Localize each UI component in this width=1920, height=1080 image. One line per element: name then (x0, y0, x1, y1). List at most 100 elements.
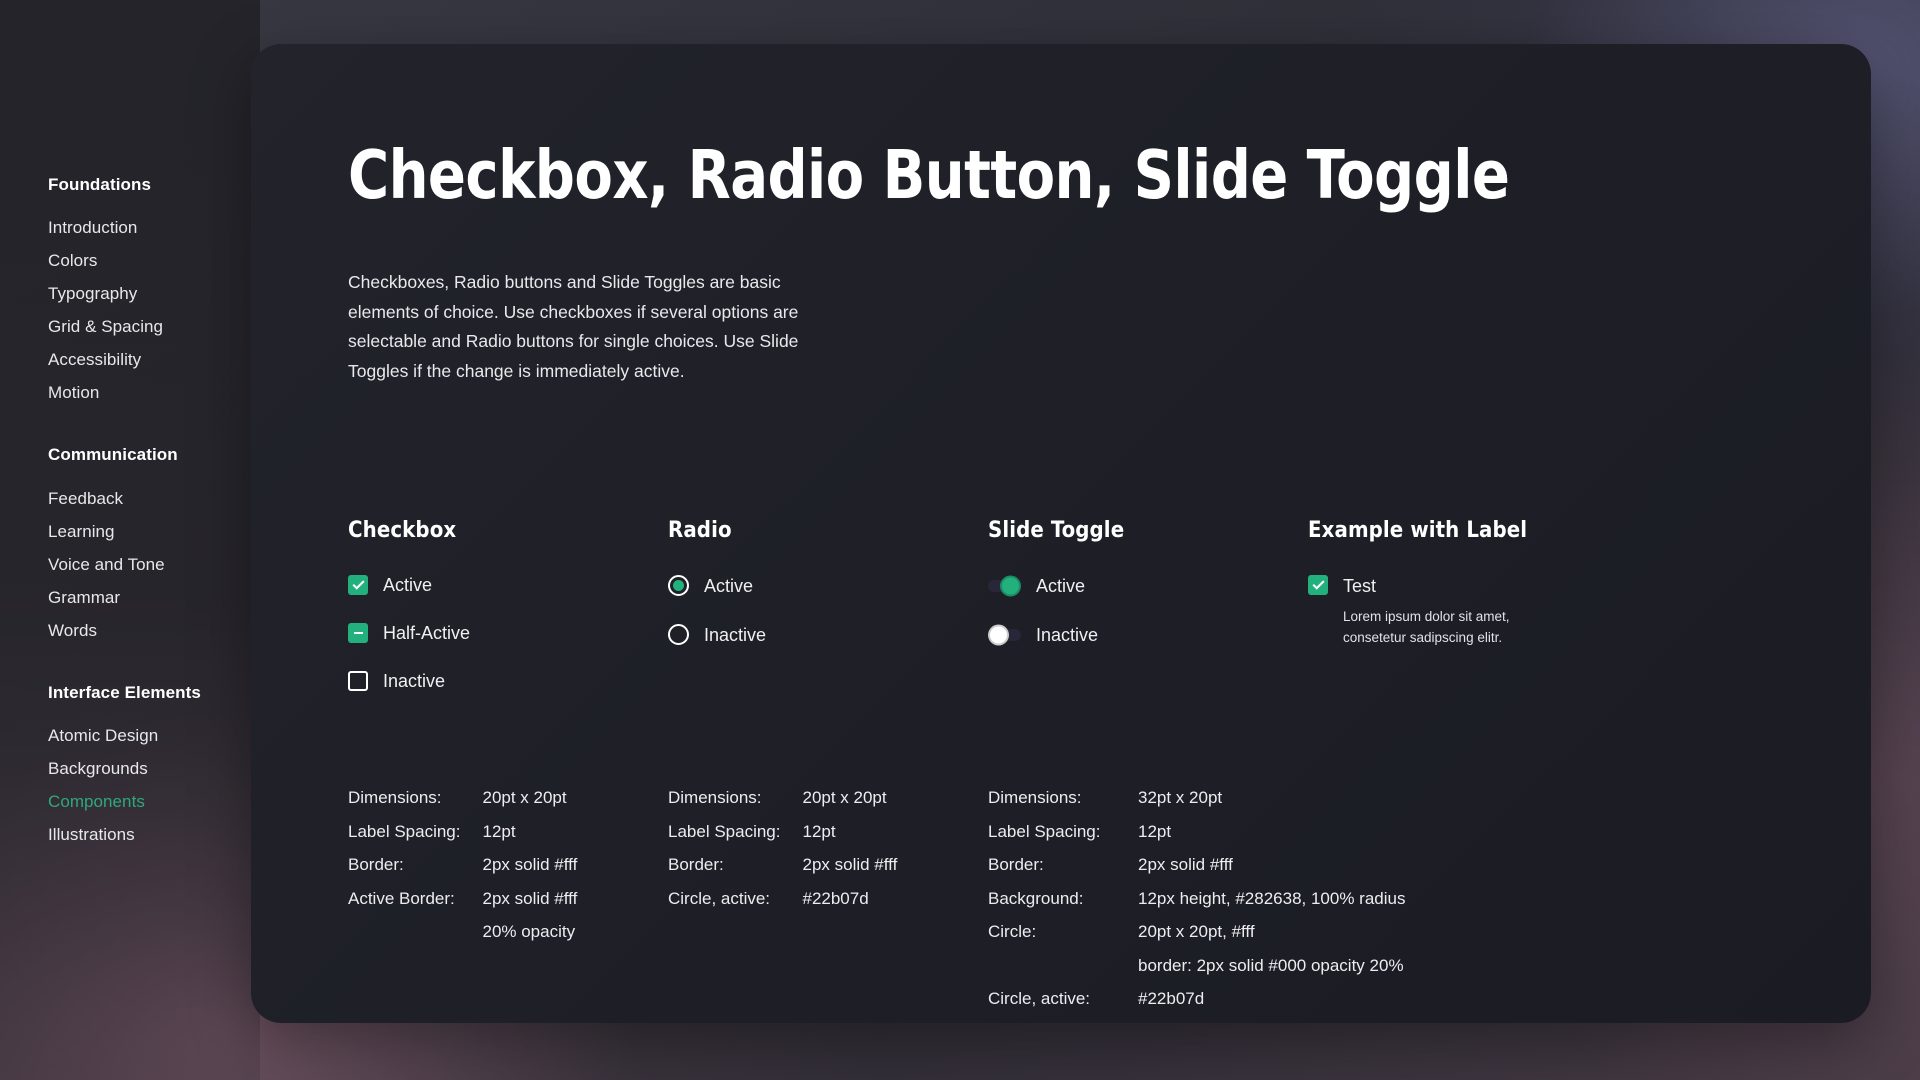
spec-row: Circle, active: #22b07d (668, 889, 897, 923)
sidebar-item-words[interactable]: Words (48, 614, 260, 647)
sidebar-item-components[interactable]: Components (48, 785, 260, 818)
radio-column: Radio Active Inactive (668, 518, 988, 691)
slide-toggle-off-icon[interactable] (988, 624, 1021, 645)
spec-key: Dimensions: (988, 788, 1082, 807)
spec-value: 12px height, #282638, 100% radius (1138, 888, 1406, 908)
checkbox-indeterminate-icon[interactable] (348, 623, 368, 643)
spec-row: Dimensions: 20pt x 20pt (348, 788, 577, 822)
sidebar-item-grammar[interactable]: Grammar (48, 581, 260, 614)
component-demo-columns: Checkbox Active Half-Active Inactive Rad… (348, 518, 1831, 691)
spec-key: Background: (988, 888, 1084, 908)
spec-key: Circle, active: (668, 888, 771, 908)
example-checkbox-label: Test (1343, 576, 1377, 596)
sidebar-item-introduction[interactable]: Introduction (48, 211, 260, 244)
slide-toggle-option-label: Active (1036, 575, 1086, 596)
sidebar-item-voice-and-tone[interactable]: Voice and Tone (48, 548, 260, 581)
spec-value: 2px solid #fff (802, 855, 898, 875)
sidebar-item-atomic-design[interactable]: Atomic Design (48, 719, 260, 752)
sidebar-item-colors[interactable]: Colors (48, 244, 260, 277)
spec-value: 2px solid #fff (1138, 855, 1233, 875)
spec-value: 20% opacity (482, 922, 576, 942)
nav-group-interface-elements: Interface Elements Atomic Design Backgro… (48, 683, 260, 851)
spec-row: Border: 2px solid #fff (348, 855, 577, 889)
radio-selected-icon[interactable] (668, 575, 689, 596)
sidebar-item-accessibility[interactable]: Accessibility (48, 343, 260, 376)
sidebar-item-typography[interactable]: Typography (48, 277, 260, 310)
spec-key: Border: (668, 855, 724, 875)
spec-key: Active Border: (348, 888, 455, 908)
checkbox-spec-table: Dimensions: 20pt x 20pt Label Spacing: 1… (348, 788, 668, 1023)
slide-toggle-on-icon[interactable] (988, 575, 1021, 596)
slide-toggle-option-active[interactable]: Active (988, 575, 1308, 596)
spec-value: 12pt (482, 821, 516, 841)
sidebar-item-illustrations[interactable]: Illustrations (48, 818, 260, 851)
spec-key: Label Spacing: (668, 821, 781, 841)
spec-row: 20% opacity (348, 922, 577, 956)
example-checkbox-checked-icon[interactable] (1308, 575, 1328, 595)
spec-row: Active Border: 2px solid #fff (348, 889, 577, 923)
spec-value: 32pt x 20pt (1138, 788, 1223, 807)
slide-toggle-spec-table: Dimensions: 32pt x 20pt Label Spacing: 1… (988, 788, 1688, 1023)
example-column-title: Example with Label (1308, 518, 1528, 543)
example-checkbox-description: Lorem ipsum dolor sit amet, consetetur s… (1343, 609, 1510, 645)
spec-key: Circle: (988, 922, 1037, 942)
spec-key (988, 956, 1138, 990)
radio-option-inactive[interactable]: Inactive (668, 624, 988, 645)
spec-value: 12pt (802, 821, 836, 841)
spec-row: Label Spacing: 12pt (348, 822, 577, 856)
content-card: Checkbox, Radio Button, Slide Toggle Che… (251, 44, 1871, 1023)
checkbox-column: Checkbox Active Half-Active Inactive (348, 518, 668, 691)
spec-key: Label Spacing: (988, 821, 1101, 841)
spec-value: 2px solid #fff (482, 888, 578, 908)
checkbox-option-label: Active (383, 575, 433, 595)
radio-option-label: Active (704, 575, 754, 596)
nav-group-title-interface-elements: Interface Elements (48, 682, 201, 702)
page-title: Checkbox, Radio Button, Slide Toggle (348, 136, 1510, 214)
spec-key (348, 922, 482, 956)
checkbox-unchecked-icon[interactable] (348, 671, 368, 691)
slide-toggle-column: Slide Toggle Active Inactive (988, 518, 1308, 691)
checkbox-option-half-active[interactable]: Half-Active (348, 623, 668, 643)
sidebar-item-motion[interactable]: Motion (48, 376, 260, 409)
spec-row: Circle: 20pt x 20pt, #fff (988, 922, 1405, 956)
spec-key: Dimensions: (668, 788, 762, 807)
spec-row: Label Spacing: 12pt (988, 822, 1405, 856)
spec-value: 12pt (1138, 821, 1172, 841)
radio-option-active[interactable]: Active (668, 575, 988, 596)
radio-unselected-icon[interactable] (668, 624, 689, 645)
nav-group-title-communication: Communication (48, 445, 178, 465)
sidebar-navigation: Foundations Introduction Colors Typograp… (0, 0, 260, 1080)
spec-key: Label Spacing: (348, 821, 461, 841)
spec-value: #22b07d (1138, 989, 1205, 1009)
spec-value: 20pt x 20pt (802, 788, 887, 807)
sidebar-item-backgrounds[interactable]: Backgrounds (48, 752, 260, 785)
spec-value: 20pt x 20pt (482, 788, 567, 807)
specification-tables: Dimensions: 20pt x 20pt Label Spacing: 1… (348, 788, 1831, 1023)
nav-group-foundations: Foundations Introduction Colors Typograp… (48, 175, 260, 409)
checkbox-option-label: Half-Active (383, 623, 471, 643)
spec-value: 2px solid #fff (482, 855, 578, 875)
radio-spec-table: Dimensions: 20pt x 20pt Label Spacing: 1… (668, 788, 988, 1023)
sidebar-item-grid-and-spacing[interactable]: Grid & Spacing (48, 310, 260, 343)
slide-toggle-column-title: Slide Toggle (988, 518, 1125, 543)
checkbox-option-inactive[interactable]: Inactive (348, 671, 668, 691)
spec-row: Border: 2px solid #fff (668, 855, 897, 889)
radio-column-title: Radio (668, 518, 732, 543)
example-checkbox-row[interactable]: Test Lorem ipsum dolor sit amet, consete… (1308, 575, 1638, 648)
checkbox-checked-icon[interactable] (348, 575, 368, 595)
spec-row: Label Spacing: 12pt (668, 822, 897, 856)
spec-row: border: 2px solid #000 opacity 20% (988, 956, 1405, 990)
sidebar-item-feedback[interactable]: Feedback (48, 482, 260, 515)
sidebar-item-learning[interactable]: Learning (48, 515, 260, 548)
spec-row: Border: 2px solid #fff (988, 855, 1405, 889)
intro-paragraph: Checkboxes, Radio buttons and Slide Togg… (348, 272, 799, 381)
spec-key: Border: (988, 855, 1044, 875)
radio-option-label: Inactive (704, 624, 767, 645)
checkbox-option-active[interactable]: Active (348, 575, 668, 595)
spec-key: Border: (348, 855, 404, 875)
spec-value: border: 2px solid #000 opacity 20% (1138, 955, 1404, 975)
spec-value: 20pt x 20pt, #fff (1138, 922, 1255, 942)
checkbox-option-label: Inactive (383, 671, 446, 691)
spec-row: Dimensions: 32pt x 20pt (988, 788, 1405, 822)
slide-toggle-option-inactive[interactable]: Inactive (988, 624, 1308, 645)
